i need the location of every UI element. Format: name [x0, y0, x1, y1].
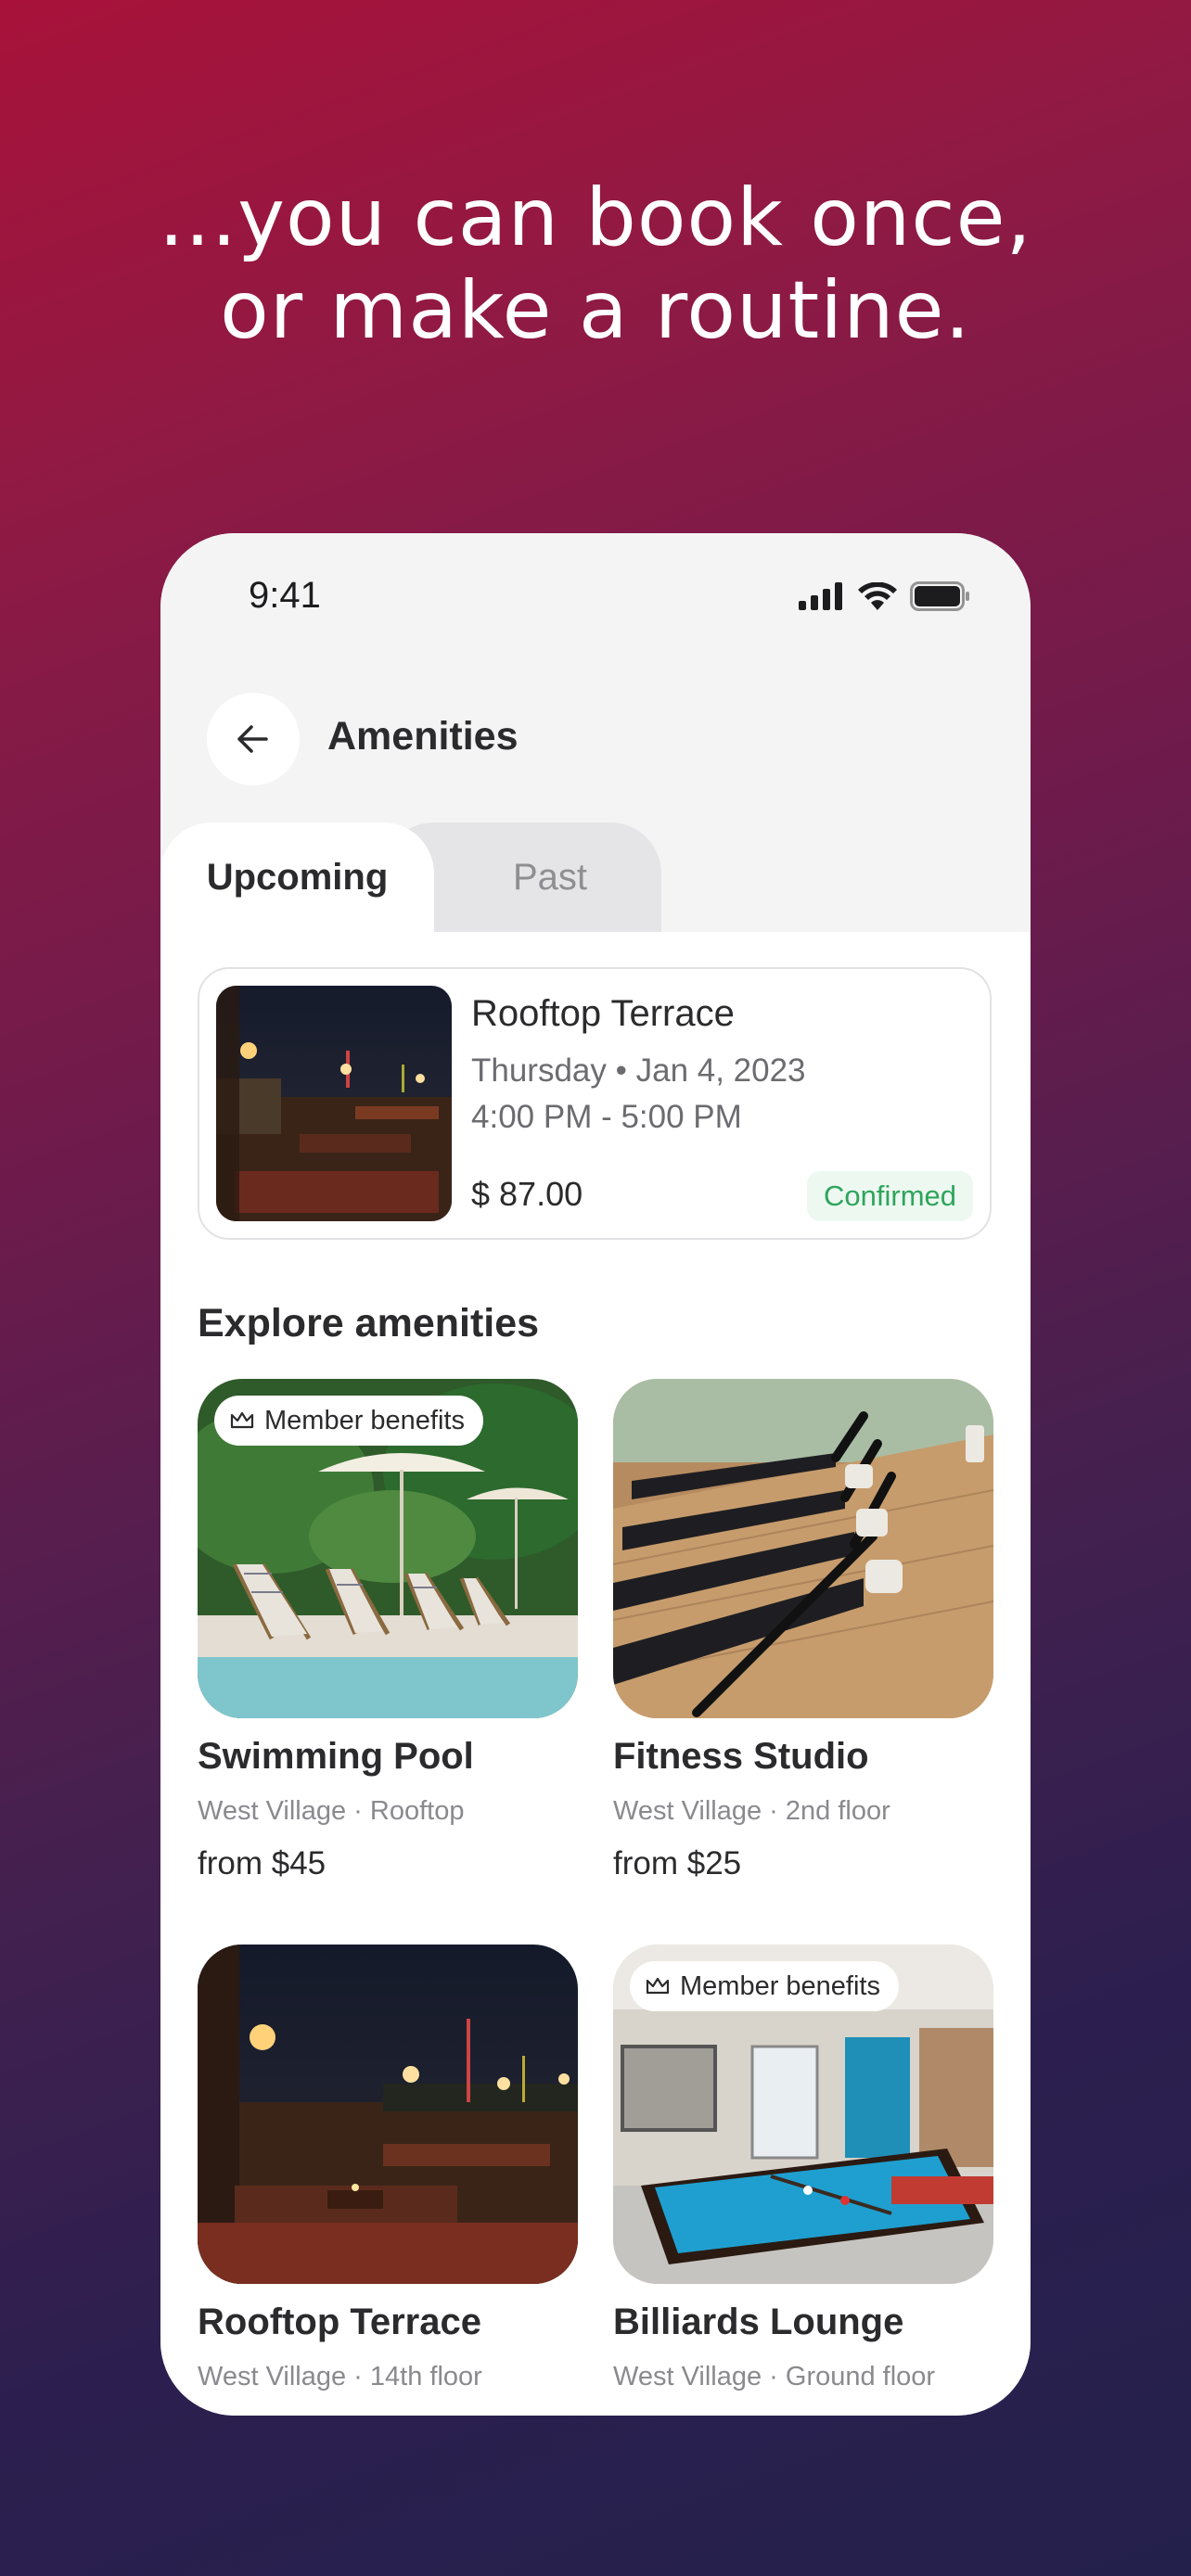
header-area: 9:41 Amenities Past Upcoming	[160, 533, 1031, 932]
status-badge: Confirmed	[807, 1171, 973, 1221]
amenity-price: from $45	[198, 1845, 327, 1881]
booking-name: Rooftop Terrace	[471, 993, 735, 1034]
amenity-image: Member benefits	[613, 1945, 993, 2284]
amenity-location: West Village · Rooftop	[198, 1796, 465, 1826]
member-benefits-badge: Member benefits	[214, 1396, 483, 1446]
cellular-signal-icon	[799, 582, 842, 610]
status-time: 9:41	[249, 575, 321, 616]
tab-past-label: Past	[512, 856, 588, 898]
amenity-name: Swimming Pool	[198, 1736, 474, 1777]
explore-title: Explore amenities	[198, 1301, 540, 1345]
headline-line-1: ...you can book once,	[159, 172, 1032, 264]
booking-card[interactable]: Rooftop Terrace Thursday • Jan 4, 2023 4…	[198, 967, 992, 1240]
member-benefits-label: Member benefits	[680, 1970, 880, 2001]
amenity-location: West Village · 2nd floor	[613, 1796, 890, 1826]
page-title: Amenities	[327, 714, 519, 759]
tab-upcoming-label: Upcoming	[206, 856, 389, 898]
member-benefits-badge: Member benefits	[630, 1961, 899, 2011]
status-icons	[799, 581, 971, 611]
amenity-name: Fitness Studio	[613, 1736, 869, 1777]
booking-time: 4:00 PM - 5:00 PM	[471, 1099, 742, 1135]
battery-icon	[910, 581, 969, 611]
booking-thumbnail	[216, 986, 452, 1221]
amenity-location: West Village · Ground floor	[613, 2362, 936, 2391]
crown-icon	[646, 1977, 670, 1995]
amenity-location: West Village · 14th floor	[198, 2362, 482, 2391]
member-benefits-label: Member benefits	[264, 1405, 465, 1435]
amenity-name: Billiards Lounge	[613, 2302, 904, 2342]
tab-upcoming[interactable]: Upcoming	[160, 823, 434, 932]
amenity-image	[613, 1379, 993, 1718]
phone-screen: 9:41 Amenities Past Upcoming Rooftop Ter…	[160, 533, 1031, 2416]
amenity-image: Member benefits	[198, 1379, 578, 1718]
back-button[interactable]	[207, 693, 300, 785]
wifi-icon	[858, 582, 897, 610]
headline-line-2: or make a routine.	[220, 264, 971, 357]
marketing-headline: ...you can book once, or make a routine.	[0, 172, 1191, 357]
crown-icon	[230, 1411, 254, 1429]
amenity-image	[198, 1945, 578, 2284]
amenity-price: from $25	[613, 1845, 742, 1881]
amenity-name: Rooftop Terrace	[198, 2302, 481, 2342]
arrow-left-icon	[237, 725, 268, 753]
booking-price: $ 87.00	[471, 1175, 583, 1213]
booking-date: Thursday • Jan 4, 2023	[471, 1052, 806, 1089]
main-content: Rooftop Terrace Thursday • Jan 4, 2023 4…	[160, 932, 1031, 2416]
